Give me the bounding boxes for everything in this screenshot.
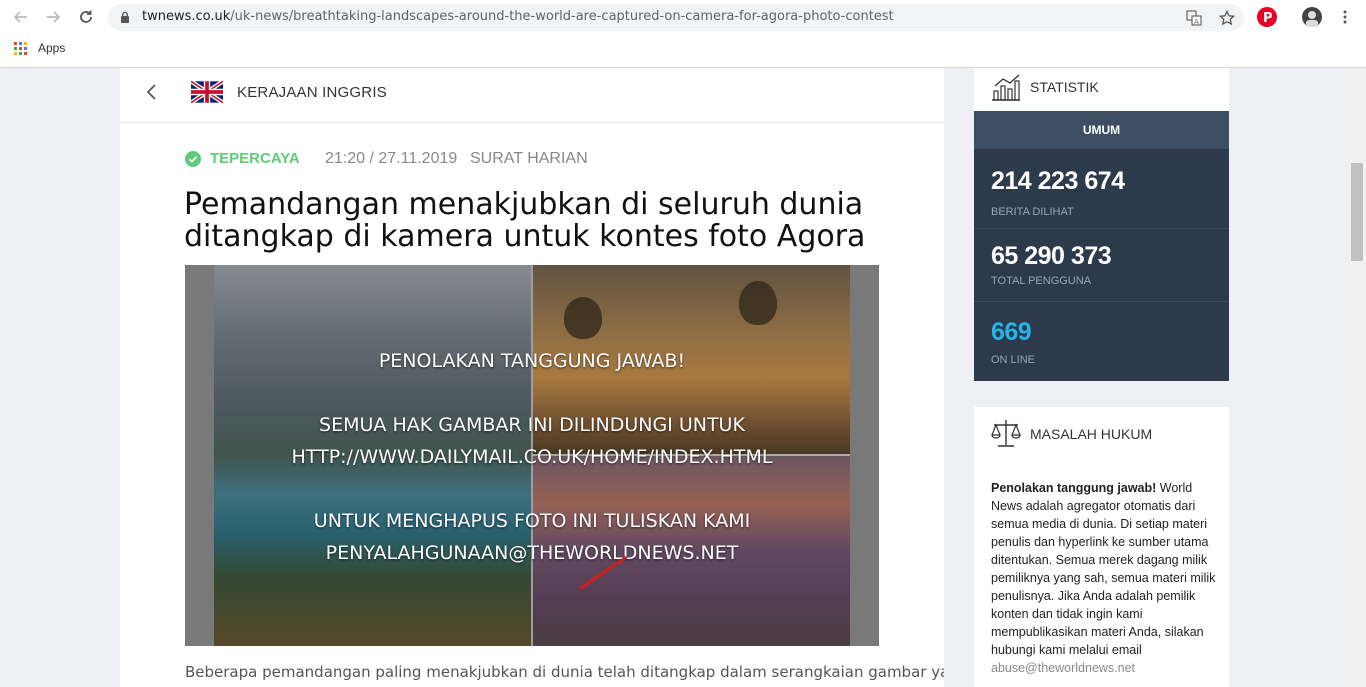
back-arrow-icon[interactable]: [10, 6, 32, 28]
pinterest-icon[interactable]: P: [1257, 7, 1277, 27]
article-headline: Pemandangan menakjubkan di seluruh dunia…: [184, 187, 866, 254]
chevron-left-icon[interactable]: [142, 82, 162, 102]
scrollbar-thumb[interactable]: [1351, 163, 1363, 261]
stat-users: 65 290 373 TOTAL PENGGUNA: [974, 229, 1229, 302]
page-scrollbar[interactable]: [1349, 68, 1366, 687]
address-bar[interactable]: twnews.co.uk/uk-news/breathtaking-landsc…: [108, 4, 1244, 31]
apps-grid-icon[interactable]: [14, 42, 27, 55]
menu-dots-icon[interactable]: [1334, 6, 1356, 28]
legal-title: MASALAH HUKUM: [1030, 426, 1153, 442]
source-name[interactable]: SURAT HARIAN: [470, 150, 588, 168]
stats-panel: UMUM 214 223 674 BERITA DILIHAT 65 290 3…: [974, 111, 1229, 381]
country-label[interactable]: KERAJAAN INGGRIS: [237, 84, 387, 101]
stat-views: 214 223 674 BERITA DILIHAT: [974, 149, 1229, 229]
stat-label: TOTAL PENGGUNA: [991, 275, 1092, 287]
browser-toolbar: twnews.co.uk/uk-news/breathtaking-landsc…: [0, 0, 1366, 68]
stat-value: 65 290 373: [991, 242, 1112, 270]
profile-avatar[interactable]: [1302, 7, 1322, 27]
legal-body-text: World News adalah agregator otomatis dar…: [991, 481, 1216, 657]
disclaimer-line: UNTUK MENGHAPUS FOTO INI TULISKAN KAMI: [313, 510, 751, 532]
verified-check-icon: [185, 151, 201, 167]
svg-text:P: P: [1263, 11, 1273, 26]
line-chart-icon: [992, 74, 1020, 101]
forward-arrow-icon[interactable]: [42, 6, 64, 28]
legal-text: Penolakan tanggung jawab! World News ada…: [991, 479, 1216, 677]
trusted-badge: TEPERCAYA: [210, 150, 300, 167]
reload-icon[interactable]: [75, 6, 97, 28]
article-header: KERAJAAN INGGRIS: [120, 68, 944, 123]
scales-icon: [991, 420, 1021, 447]
disclaimer-line: PENOLAKAN TANGGUNG JAWAB!: [378, 350, 686, 372]
url-text[interactable]: twnews.co.uk/uk-news/breathtaking-landsc…: [142, 9, 894, 24]
image-disclaimer: PENOLAKAN TANGGUNG JAWAB! SEMUA HAK GAMB…: [185, 345, 879, 569]
article-card: KERAJAAN INGGRIS TEPERCAYA 21:20 / 27.11…: [120, 68, 944, 687]
stats-title: STATISTIK: [1030, 79, 1099, 95]
legal-bold-lead: Penolakan tanggung jawab!: [991, 481, 1157, 495]
svg-text:A: A: [1194, 18, 1199, 26]
article-image: PENOLAKAN TANGGUNG JAWAB! SEMUA HAK GAMB…: [185, 265, 879, 646]
stat-label: ON LINE: [991, 354, 1036, 366]
uk-flag-icon: [191, 80, 223, 104]
star-icon[interactable]: [1218, 9, 1235, 26]
legal-box: MASALAH HUKUM Penolakan tanggung jawab! …: [974, 407, 1229, 687]
disclaimer-line: HTTP://WWW.DAILYMAIL.CO.UK/HOME/INDEX.HT…: [291, 446, 773, 468]
article-lead: Beberapa pemandangan paling menakjubkan …: [185, 663, 944, 681]
stat-value: 214 223 674: [991, 167, 1125, 195]
abuse-email-link[interactable]: abuse@theworldnews.net: [991, 661, 1135, 675]
translate-icon[interactable]: A: [1185, 9, 1202, 26]
disclaimer-line: PENYALAHGUNAAN@THEWORLDNEWS.NET: [325, 542, 739, 564]
stats-header: STATISTIK: [974, 68, 1229, 111]
publish-datetime: 21:20 / 27.11.2019: [325, 150, 458, 167]
lock-icon: [121, 11, 129, 23]
stat-value: 669: [991, 318, 1032, 346]
apps-bookmark[interactable]: Apps: [38, 41, 65, 55]
stat-label: BERITA DILIHAT: [991, 206, 1074, 218]
disclaimer-line: SEMUA HAK GAMBAR INI DILINDUNGI UNTUK: [319, 414, 745, 436]
tab-general[interactable]: UMUM: [974, 111, 1229, 149]
stat-online: 669 ON LINE: [974, 302, 1229, 381]
